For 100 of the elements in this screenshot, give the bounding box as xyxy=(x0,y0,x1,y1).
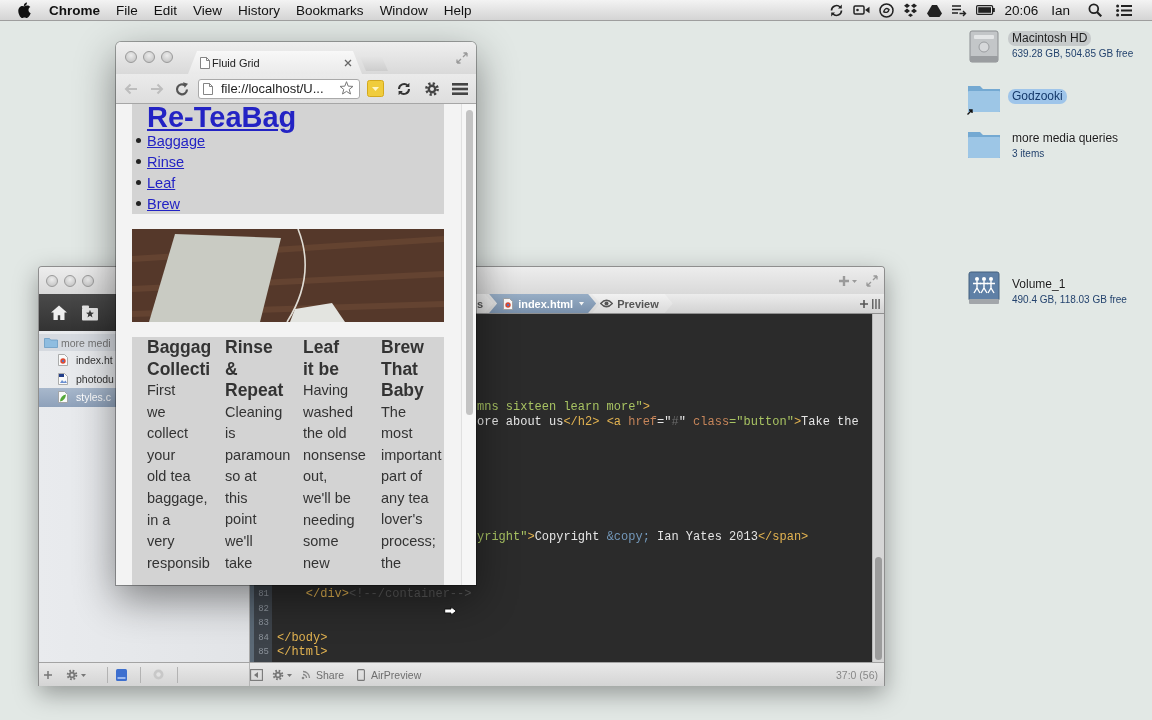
column-text: The most important part of any tea lover's process; the xyxy=(381,402,443,573)
bullet-icon xyxy=(136,138,141,143)
apple-logo-icon[interactable] xyxy=(18,2,31,18)
desktop-icon-label[interactable]: Godzooki xyxy=(1008,89,1067,104)
code-line: </body> xyxy=(277,630,328,645)
desktop-icon-label[interactable]: more media queries xyxy=(1008,131,1123,146)
minimize-button[interactable] xyxy=(143,51,155,63)
menu-icon[interactable] xyxy=(452,81,468,96)
device-icon xyxy=(357,668,366,681)
preview-tab[interactable]: Preview xyxy=(592,294,673,313)
line-number: 81 xyxy=(258,588,269,602)
line-number: 84 xyxy=(258,631,269,645)
menu-item[interactable]: Bookmarks xyxy=(288,0,372,20)
menu-item[interactable]: Edit xyxy=(145,0,186,20)
browser-tab[interactable]: Fluid Grid xyxy=(188,51,362,74)
column-text: Having washed the old nonsense out, we'll be needing some new xyxy=(303,381,367,573)
column-text: First we collect your old tea baggage, in a very responsib xyxy=(147,381,211,573)
zoom-button[interactable] xyxy=(82,274,94,287)
menu-item[interactable]: History xyxy=(230,0,289,20)
star-folder-icon[interactable] xyxy=(81,304,99,321)
search-icon[interactable] xyxy=(1088,3,1102,17)
page-icon xyxy=(203,82,213,95)
nav-link[interactable]: Rinse xyxy=(147,152,185,171)
list-icon[interactable] xyxy=(1116,3,1132,17)
add-icon[interactable] xyxy=(838,274,858,287)
diamonds-icon[interactable] xyxy=(903,3,919,17)
hard-drive-icon[interactable] xyxy=(966,28,1002,64)
sync-icon[interactable] xyxy=(396,80,412,97)
file-row[interactable]: photodu xyxy=(39,369,116,388)
desktop-icon-info: 3 items xyxy=(1011,147,1046,160)
document-icon xyxy=(503,297,514,310)
desktop-icon-info: 639.28 GB, 504.85 GB free xyxy=(1011,47,1135,60)
column-heading: Leaf it be xyxy=(303,337,340,380)
caret-icon xyxy=(579,301,585,306)
folder-icon xyxy=(44,337,58,348)
cursor-position: 37:0 (56) xyxy=(835,668,879,681)
extension-icon[interactable] xyxy=(367,80,384,97)
battery-icon[interactable] xyxy=(976,5,996,15)
menu-item[interactable]: Help xyxy=(435,0,480,20)
reload-icon[interactable] xyxy=(174,80,190,97)
line-number: 83 xyxy=(258,617,269,631)
breadcrumb-tab[interactable]: s xyxy=(476,294,494,313)
settings-icon[interactable] xyxy=(424,80,440,97)
sync-icon[interactable] xyxy=(829,2,845,18)
line-number: 85 xyxy=(258,646,269,659)
code-line: ore about us</h2> <a href="#" class="button">Take the xyxy=(477,414,859,429)
columns-icon[interactable] xyxy=(872,298,880,309)
network-drive-icon[interactable] xyxy=(966,270,1002,306)
eye-icon xyxy=(600,299,614,308)
file-row[interactable]: index.ht xyxy=(39,351,116,370)
cursor-icon xyxy=(444,606,457,616)
code-line: yright">Copyright &copy; Ian Yates 2013</span> xyxy=(477,529,809,544)
zoom-button[interactable] xyxy=(161,51,173,63)
desktop-icon-info: 490.4 GB, 118.03 GB free xyxy=(1011,293,1128,306)
minimize-button[interactable] xyxy=(64,274,76,287)
code-line: </html> xyxy=(277,645,328,659)
sidebar-toggle-icon[interactable] xyxy=(250,668,263,681)
circle-logo-icon[interactable] xyxy=(879,2,895,18)
close-button[interactable] xyxy=(46,274,58,287)
panel-icon[interactable] xyxy=(116,668,127,681)
scrollbar-thumb[interactable] xyxy=(466,110,473,415)
desktop-icon-label[interactable]: Volume_1 xyxy=(1008,277,1070,292)
bullet-icon xyxy=(136,180,141,185)
leaf-document-icon xyxy=(58,391,68,404)
triangle-icon[interactable] xyxy=(927,3,943,17)
fullscreen-icon[interactable] xyxy=(866,274,878,287)
page-icon xyxy=(200,56,210,69)
menu-item[interactable]: File xyxy=(108,0,146,20)
desktop-icon-label[interactable]: Macintosh HD xyxy=(1008,31,1092,46)
tray-arrow-icon[interactable] xyxy=(951,3,968,17)
line-number: 82 xyxy=(258,602,269,616)
plus-icon[interactable] xyxy=(44,670,52,679)
folder-row[interactable]: more medi xyxy=(39,334,116,351)
column-heading: Baggag Collecti xyxy=(147,337,213,380)
plus-icon[interactable] xyxy=(860,299,868,308)
user-name[interactable]: Ian xyxy=(1051,0,1070,20)
home-icon[interactable] xyxy=(50,304,68,321)
fullscreen-icon[interactable] xyxy=(456,52,468,64)
share-button[interactable]: Share xyxy=(301,668,345,681)
settings-icon[interactable] xyxy=(272,668,294,681)
airpreview-button[interactable]: AirPreview xyxy=(357,668,422,681)
column-heading: Brew That Baby xyxy=(381,337,425,402)
menu-item[interactable]: Window xyxy=(371,0,436,20)
bullet-icon xyxy=(136,201,141,206)
nav-link[interactable]: Brew xyxy=(147,194,181,213)
broadcast-icon xyxy=(301,669,311,680)
scrollbar-thumb[interactable] xyxy=(875,557,882,660)
menu-item[interactable]: View xyxy=(185,0,231,20)
close-button[interactable] xyxy=(125,51,137,63)
bullet-icon xyxy=(136,159,141,164)
nav-link[interactable]: Leaf xyxy=(147,173,176,192)
clock[interactable]: 20:06 xyxy=(1004,0,1039,20)
app-menu[interactable]: Chrome xyxy=(41,0,108,20)
address-field[interactable]: file://localhost/U... xyxy=(198,78,360,99)
nav-link[interactable]: Baggage xyxy=(147,131,206,150)
code-line: mns sixteen learn more"> xyxy=(477,400,650,415)
video-camera-icon[interactable] xyxy=(853,4,871,16)
close-icon[interactable] xyxy=(344,58,352,67)
settings-icon[interactable] xyxy=(66,668,88,681)
star-icon[interactable] xyxy=(339,81,354,96)
